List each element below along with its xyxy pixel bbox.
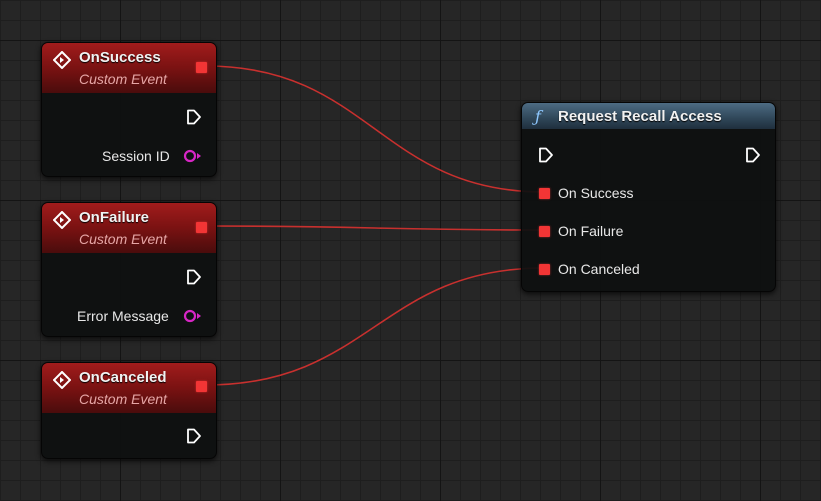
- event-node-oncanceled[interactable]: OnCanceled Custom Event: [41, 362, 217, 459]
- input-label-on-failure: On Failure: [558, 223, 624, 239]
- delegate-output-pin[interactable]: [196, 222, 207, 233]
- exec-input-pin-icon[interactable]: [538, 147, 554, 163]
- event-node-header[interactable]: OnCanceled Custom Event: [42, 363, 216, 413]
- event-node-onfailure[interactable]: OnFailure Custom Event Error Message: [41, 202, 217, 337]
- event-title: OnCanceled: [79, 369, 167, 386]
- delegate-output-pin[interactable]: [196, 381, 207, 392]
- event-node-header[interactable]: OnSuccess Custom Event: [42, 43, 216, 93]
- string-output-pin-icon[interactable]: [183, 309, 203, 323]
- wire-onfailure[interactable]: [205, 225, 545, 231]
- function-node-request-recall-access[interactable]: ƒ Request Recall Access On Success On Fa…: [521, 102, 776, 292]
- event-node-header[interactable]: OnFailure Custom Event: [42, 203, 216, 253]
- input-label-on-canceled: On Canceled: [558, 261, 640, 277]
- event-subtitle: Custom Event: [79, 71, 167, 87]
- function-title: Request Recall Access: [558, 108, 722, 125]
- string-output-pin-icon[interactable]: [183, 149, 203, 163]
- event-title: OnFailure: [79, 209, 150, 226]
- exec-pin-icon[interactable]: [186, 109, 202, 125]
- wire-oncanceled[interactable]: [205, 267, 545, 386]
- delegate-input-pin-on-canceled[interactable]: [539, 264, 550, 275]
- event-subtitle: Custom Event: [79, 391, 167, 407]
- function-node-header[interactable]: ƒ Request Recall Access: [522, 103, 775, 129]
- output-label-session-id: Session ID: [102, 148, 170, 164]
- wire-onsuccess[interactable]: [205, 65, 545, 193]
- exec-pin-icon[interactable]: [186, 428, 202, 444]
- exec-pin-icon[interactable]: [186, 269, 202, 285]
- event-icon: [53, 371, 71, 389]
- exec-output-pin-icon[interactable]: [745, 147, 761, 163]
- output-label-error-message: Error Message: [77, 308, 169, 324]
- event-icon: [53, 211, 71, 229]
- event-icon: [53, 51, 71, 69]
- event-subtitle: Custom Event: [79, 231, 167, 247]
- delegate-input-pin-on-failure[interactable]: [539, 226, 550, 237]
- delegate-output-pin[interactable]: [196, 62, 207, 73]
- delegate-input-pin-on-success[interactable]: [539, 188, 550, 199]
- event-title: OnSuccess: [79, 49, 161, 66]
- function-icon: ƒ: [535, 107, 541, 126]
- event-node-onsuccess[interactable]: OnSuccess Custom Event Session ID: [41, 42, 217, 177]
- input-label-on-success: On Success: [558, 185, 634, 201]
